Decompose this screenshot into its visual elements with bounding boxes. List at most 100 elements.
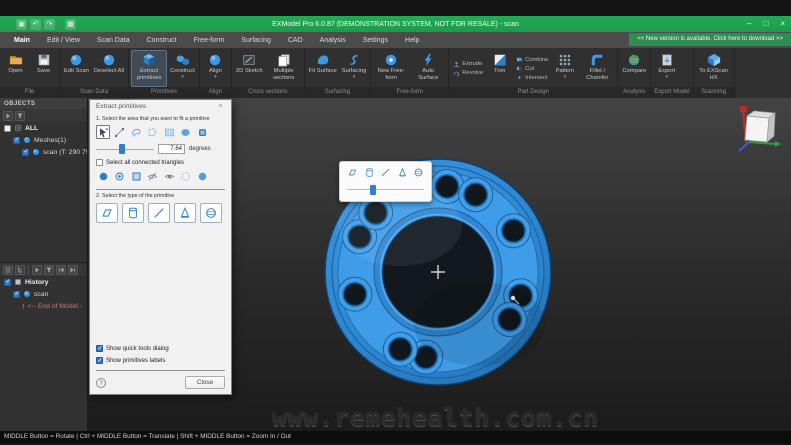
objects-filter-button[interactable]	[15, 111, 25, 121]
history-play-button[interactable]	[32, 265, 42, 275]
primitive-sphere-button[interactable]	[200, 203, 222, 223]
connected-triangles-row[interactable]: Select all connected triangles	[96, 159, 225, 166]
menu-tab-settings[interactable]: Settings	[363, 37, 388, 44]
tree-row-history[interactable]: History	[0, 276, 87, 288]
quick-tools-slider-handle[interactable]	[370, 185, 376, 195]
ribbon-combine-button[interactable]: Combine	[516, 56, 548, 63]
update-notification[interactable]: << New version is available. Click here …	[629, 33, 791, 46]
ribbon-compare-button[interactable]: Compare	[620, 50, 648, 87]
menu-tab-help[interactable]: Help	[405, 37, 419, 44]
angle-slider[interactable]	[96, 144, 154, 154]
tree-row-scan[interactable]: scan	[0, 288, 87, 300]
menu-tab-surfacing[interactable]: Surfacing	[241, 37, 271, 44]
menu-tab-free-form[interactable]: Free-form	[194, 37, 225, 44]
ribbon-to-exscan-hx-button[interactable]: To EXScan HX	[696, 50, 732, 87]
history-skip-start-button[interactable]	[56, 265, 66, 275]
tool-pick-brush[interactable]	[195, 125, 209, 139]
minimize-button[interactable]: –	[747, 16, 751, 32]
ribbon-align-button[interactable]: Align▾	[202, 50, 229, 87]
ribbon-fillet-chamfer-button[interactable]: Fillet / Chamfer	[579, 50, 615, 87]
ribbon-deselect-all-button[interactable]: Deselect All	[92, 50, 126, 87]
close-button[interactable]: ×	[780, 16, 785, 32]
quick-tools-slider[interactable]	[347, 185, 424, 195]
tool-sel-fill[interactable]	[96, 169, 110, 183]
item-checkbox[interactable]	[13, 291, 20, 298]
ribbon-fit-surface-button[interactable]: Fit Surface	[307, 50, 339, 87]
tree-row-scan-t-290-751[interactable]: scan (T: 290 751	[0, 146, 87, 158]
tool-sel-flat[interactable]	[195, 169, 209, 183]
history-skip-end-button[interactable]	[68, 265, 78, 275]
ribbon-construct-button[interactable]: Construct▾	[168, 50, 197, 87]
quick-tool-sphere-button[interactable]	[413, 167, 424, 178]
close-button-dialog[interactable]: Close	[185, 376, 225, 389]
maximize-button[interactable]: □	[763, 16, 768, 32]
tool-pick-ellipse[interactable]	[179, 125, 193, 139]
show-quick-tools-row[interactable]: Show quick tools dialog	[96, 345, 225, 352]
show-quick-tools-checkbox[interactable]	[96, 345, 103, 352]
tool-pick-rect[interactable]	[162, 125, 176, 139]
ribbon-auto-surface-button[interactable]: Auto Surface	[410, 50, 446, 87]
history-filter-button[interactable]	[44, 265, 54, 275]
dialog-close-icon[interactable]: ×	[216, 103, 225, 110]
help-button[interactable]: ?	[96, 378, 106, 388]
item-checkbox[interactable]	[13, 137, 20, 144]
menu-tab-construct[interactable]: Construct	[147, 37, 177, 44]
history-checkbox[interactable]	[4, 279, 11, 286]
tree-row-all[interactable]: ALL	[0, 122, 87, 134]
menu-tab-main[interactable]: Main	[14, 37, 30, 44]
tool-sel-square[interactable]	[129, 169, 143, 183]
quick-tools-dialog[interactable]	[339, 161, 432, 202]
primitive-plane-button[interactable]	[96, 203, 118, 223]
ribbon-cut-button[interactable]: Cut	[516, 65, 548, 72]
all-checkbox[interactable]	[4, 125, 11, 132]
show-labels-checkbox[interactable]	[96, 357, 103, 364]
item-checkbox[interactable]	[22, 149, 29, 156]
history-list-button[interactable]	[3, 265, 13, 275]
tool-sel-mesh[interactable]	[179, 169, 193, 183]
ribbon-save-button[interactable]: Save	[30, 50, 57, 87]
ribbon-export-button[interactable]: Export▾	[653, 50, 680, 87]
ribbon-new-free-form-button[interactable]: New Free-form	[373, 50, 409, 87]
tool-eye-off[interactable]	[146, 169, 160, 183]
show-labels-row[interactable]: Show primitives labels	[96, 357, 225, 364]
ribbon-trim-button[interactable]: Trim	[486, 50, 513, 87]
ribbon-pattern-button[interactable]: Pattern▾	[551, 50, 578, 87]
menu-tab-edit-view[interactable]: Edit / View	[47, 37, 80, 44]
ribbon-multiple-sections-button[interactable]: Multiple sections	[266, 50, 302, 87]
tool-pick-poly[interactable]	[146, 125, 160, 139]
ribbon-surfacing-button[interactable]: Surfacing▾	[340, 50, 369, 87]
tool-sel-ring[interactable]	[113, 169, 127, 183]
primitive-cone-button[interactable]	[174, 203, 196, 223]
ribbon-extrude-button[interactable]: Extrude	[453, 61, 483, 68]
navigation-triad[interactable]	[729, 102, 785, 158]
quick-tool-cylinder-button[interactable]	[364, 167, 375, 178]
quick-tool-cone-button[interactable]	[397, 167, 408, 178]
primitive-cylinder-button[interactable]	[122, 203, 144, 223]
dialog-title-bar[interactable]: Extract primitives ×	[96, 100, 225, 113]
ribbon-edit-scan-button[interactable]: Edit Scan	[62, 50, 91, 87]
menu-tab-cad[interactable]: CAD	[288, 37, 303, 44]
tree-row-meshes-1[interactable]: Meshes(1)	[0, 134, 87, 146]
quick-tool-line-button[interactable]	[380, 167, 391, 178]
ribbon-extract-primitives-button[interactable]: Extract primitives	[131, 50, 167, 87]
menu-tab-analysis[interactable]: Analysis	[320, 37, 346, 44]
history-tree-button[interactable]	[15, 265, 25, 275]
tool-eye[interactable]	[162, 169, 176, 183]
angle-value-input[interactable]: 7.64	[158, 144, 185, 154]
skip-end-icon	[69, 266, 77, 274]
primitive-line-button[interactable]	[148, 203, 170, 223]
ribbon-open-button[interactable]: Open	[2, 50, 29, 87]
tool-pick-line[interactable]	[113, 125, 127, 139]
ball-icon	[102, 53, 116, 67]
dialog-spacer	[96, 223, 225, 340]
angle-slider-handle[interactable]	[119, 144, 125, 154]
tool-pick-lasso[interactable]	[129, 125, 143, 139]
connected-triangles-checkbox[interactable]	[96, 159, 103, 166]
ribbon-2d-sketch-button[interactable]: 2D Sketch	[234, 50, 265, 87]
tool-pick-cursor[interactable]	[96, 125, 110, 139]
ribbon-revolve-button[interactable]: Revolve	[453, 70, 483, 77]
ribbon-intersect-button[interactable]: Intersect	[516, 74, 548, 81]
quick-tool-plane-button[interactable]	[347, 167, 358, 178]
objects-play-button[interactable]	[3, 111, 13, 121]
menu-tab-scan-data[interactable]: Scan Data	[97, 37, 130, 44]
